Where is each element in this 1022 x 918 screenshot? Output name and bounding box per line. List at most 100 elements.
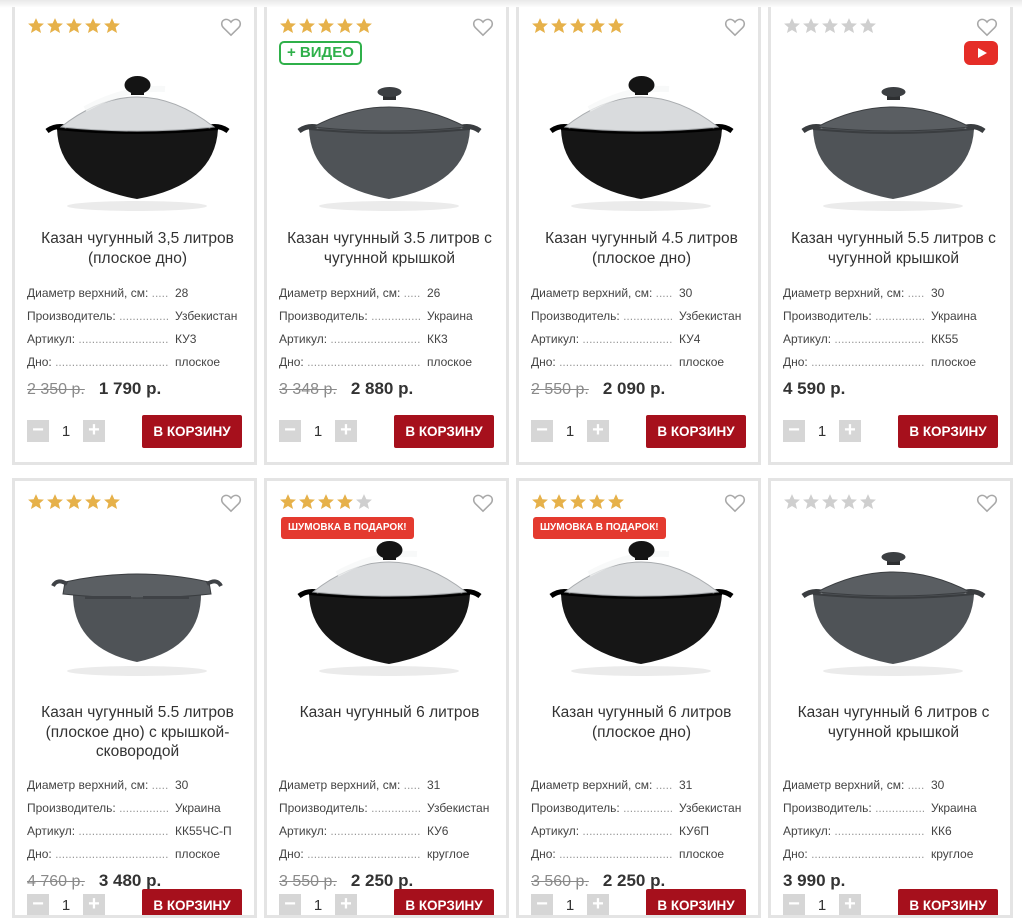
minus-button[interactable]: −: [279, 420, 301, 442]
product-specs: Диаметр верхний, см: 30 Производитель: У…: [783, 777, 1004, 869]
current-price: 4 590 р.: [783, 379, 846, 398]
star-icon: [104, 494, 120, 510]
minus-button[interactable]: −: [27, 894, 49, 915]
spec-diameter: Диаметр верхний, см: 28: [27, 285, 248, 308]
spec-maker: Производитель: Узбекистан: [531, 308, 752, 331]
rating-stars: [531, 17, 625, 37]
spec-value: 31: [425, 777, 441, 793]
product-specs: Диаметр верхний, см: 26 Производитель: У…: [279, 285, 500, 377]
plus-icon: +: [88, 893, 100, 915]
product-title[interactable]: Казан чугунный 6 литров (плоское дно): [529, 703, 754, 742]
quantity-value[interactable]: 1: [301, 423, 335, 440]
quantity-value[interactable]: 1: [553, 897, 587, 914]
spec-value: КК3: [425, 331, 448, 347]
video-badge[interactable]: + ВИДЕО: [279, 41, 362, 65]
rating-stars: [279, 17, 373, 37]
youtube-play-icon[interactable]: [964, 41, 998, 65]
minus-button[interactable]: −: [27, 420, 49, 442]
product-image[interactable]: [25, 65, 250, 215]
quantity-value[interactable]: 1: [805, 423, 839, 440]
heart-outline-icon[interactable]: [724, 17, 746, 37]
quantity-value[interactable]: 1: [805, 897, 839, 914]
heart-outline-icon[interactable]: [220, 493, 242, 513]
plus-button[interactable]: +: [839, 420, 861, 442]
product-title[interactable]: Казан чугунный 6 литров с чугунной крышк…: [781, 703, 1006, 742]
heart-outline-icon[interactable]: [220, 17, 242, 37]
star-icon: [85, 494, 101, 510]
spec-article: Артикул: КК3: [279, 331, 500, 354]
star-icon: [784, 494, 800, 510]
product-title[interactable]: Казан чугунный 6 литров: [277, 703, 502, 723]
star-icon: [337, 494, 353, 510]
add-to-cart-button[interactable]: В КОРЗИНУ: [394, 889, 494, 915]
product-title[interactable]: Казан чугунный 4.5 литров (плоское дно): [529, 229, 754, 268]
product-card: Казан чугунный 4.5 литров (плоское дно) …: [516, 7, 761, 465]
plus-icon: +: [592, 893, 604, 915]
minus-button[interactable]: −: [531, 420, 553, 442]
minus-button[interactable]: −: [783, 420, 805, 442]
product-image[interactable]: [529, 65, 754, 215]
spec-label: Производитель:: [279, 800, 421, 816]
product-image[interactable]: [781, 65, 1006, 215]
plus-button[interactable]: +: [83, 420, 105, 442]
heart-outline-icon[interactable]: [472, 493, 494, 513]
plus-button[interactable]: +: [587, 893, 609, 915]
spec-bottom: Дно: плоское: [27, 846, 248, 869]
star-icon: [66, 18, 82, 34]
star-icon: [608, 18, 624, 34]
product-title[interactable]: Казан чугунный 5.5 литров (плоское дно) …: [25, 703, 250, 762]
minus-icon: −: [788, 419, 800, 441]
plus-button[interactable]: +: [335, 420, 357, 442]
plus-button[interactable]: +: [587, 420, 609, 442]
star-icon: [85, 18, 101, 34]
minus-button[interactable]: −: [531, 894, 553, 915]
plus-button[interactable]: +: [839, 894, 861, 915]
add-to-cart-button[interactable]: В КОРЗИНУ: [142, 889, 242, 915]
product-card: ШУМОВКА В ПОДАРОК! Казан чугунный 6 литр…: [264, 478, 509, 918]
current-price: 2 880 р.: [350, 379, 414, 398]
add-to-cart-button[interactable]: В КОРЗИНУ: [898, 889, 998, 915]
star-icon: [337, 18, 353, 34]
spec-value: КК55: [929, 331, 959, 347]
heart-outline-icon[interactable]: [976, 17, 998, 37]
product-image[interactable]: [529, 525, 754, 685]
plus-button[interactable]: +: [335, 894, 357, 915]
plus-button[interactable]: +: [83, 893, 105, 915]
spec-label: Диаметр верхний, см:: [27, 777, 169, 793]
minus-button[interactable]: −: [783, 894, 805, 915]
add-to-cart-button[interactable]: В КОРЗИНУ: [646, 889, 746, 915]
plus-icon: +: [844, 419, 856, 441]
minus-icon: −: [284, 893, 296, 915]
quantity-stepper: − 1 +: [27, 420, 105, 442]
quantity-stepper: − 1 +: [531, 420, 609, 442]
spec-label: Диаметр верхний, см:: [531, 285, 673, 301]
add-to-cart-button[interactable]: В КОРЗИНУ: [646, 415, 746, 448]
quantity-value[interactable]: 1: [49, 423, 83, 440]
minus-button[interactable]: −: [279, 893, 301, 915]
product-title[interactable]: Казан чугунный 5.5 литров с чугунной кры…: [781, 229, 1006, 268]
quantity-value[interactable]: 1: [553, 423, 587, 440]
product-image[interactable]: [277, 525, 502, 685]
product-title[interactable]: Казан чугунный 3,5 литров (плоское дно): [25, 229, 250, 268]
quantity-value[interactable]: 1: [49, 897, 83, 914]
star-icon: [784, 18, 800, 34]
current-price: 3 990 р.: [783, 871, 846, 890]
spec-article: Артикул: КУ6П: [531, 823, 752, 846]
quantity-stepper: − 1 +: [531, 893, 609, 915]
add-to-cart-button[interactable]: В КОРЗИНУ: [898, 415, 998, 448]
add-to-cart-button[interactable]: В КОРЗИНУ: [142, 415, 242, 448]
quantity-value[interactable]: 1: [301, 897, 335, 914]
product-image[interactable]: [25, 525, 250, 685]
spec-diameter: Диаметр верхний, см: 30: [27, 777, 248, 800]
product-image[interactable]: [277, 65, 502, 215]
product-image[interactable]: [781, 525, 1006, 685]
add-to-cart-button[interactable]: В КОРЗИНУ: [394, 415, 494, 448]
price-block: 3 348 р. 2 880 р.: [279, 379, 413, 403]
heart-outline-icon[interactable]: [724, 493, 746, 513]
spec-article: Артикул: КУ3: [27, 331, 248, 354]
heart-outline-icon[interactable]: [976, 493, 998, 513]
product-title[interactable]: Казан чугунный 3.5 литров с чугунной кры…: [277, 229, 502, 268]
spec-value: Узбекистан: [173, 308, 238, 324]
heart-outline-icon[interactable]: [472, 17, 494, 37]
spec-article: Артикул: КУ4: [531, 331, 752, 354]
